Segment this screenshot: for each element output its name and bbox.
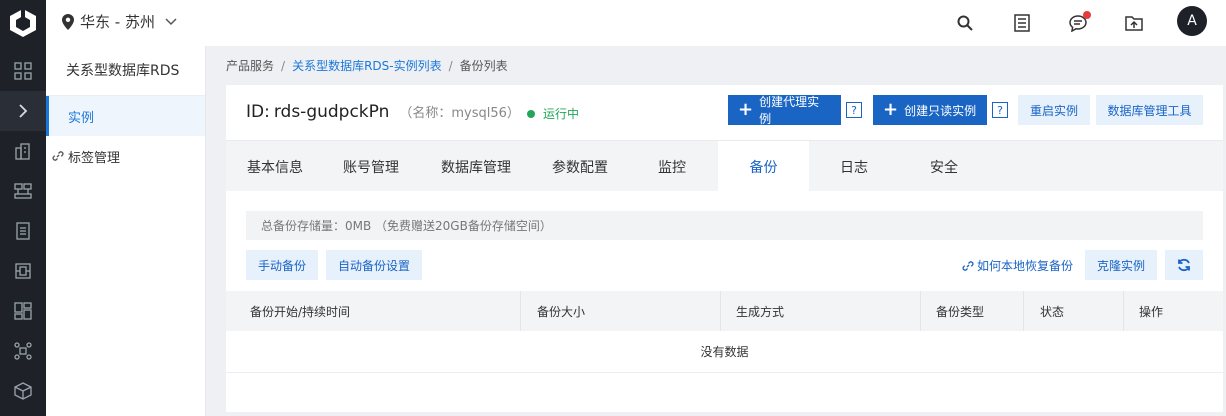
search-icon[interactable] xyxy=(952,10,978,36)
global-nav xyxy=(0,0,46,416)
breadcrumb: 产品服务 / 关系型数据库RDS-实例列表 / 备份列表 xyxy=(226,57,508,74)
restore-help-link[interactable]: 如何本地恢复备份 xyxy=(962,257,1073,274)
help-readonly-icon[interactable]: ? xyxy=(992,102,1008,118)
plus-icon: + xyxy=(883,99,899,120)
instance-detail-card: ID: rds-gudpckPn （名称：mysql56） 运行中 + 创建代理… xyxy=(226,85,1223,412)
top-bar: 华东 - 苏州 A xyxy=(46,0,1226,46)
create-readonly-instance-button[interactable]: + 创建只读实例 xyxy=(873,95,987,125)
create-proxy-instance-button[interactable]: + 创建代理实例 xyxy=(728,95,841,126)
column-divider xyxy=(520,291,521,331)
column-divider xyxy=(720,291,721,331)
status-text: 运行中 xyxy=(543,107,580,121)
status-dot xyxy=(527,109,535,118)
breadcrumb-separator: / xyxy=(448,58,453,73)
link-icon xyxy=(962,260,974,271)
col-backup-type: 备份类型 xyxy=(936,304,985,319)
breadcrumb-instance-list[interactable]: 关系型数据库RDS-实例列表 xyxy=(292,57,442,74)
notification-dot xyxy=(1083,11,1091,19)
instance-id: rds-gudpckPn xyxy=(273,102,390,122)
location-pin-icon xyxy=(62,13,74,30)
sidebar-item-label: 标签管理 xyxy=(68,150,121,166)
manual-backup-button[interactable]: 手动备份 xyxy=(246,250,318,280)
backup-table: 备份开始/持续时间 备份大小 生成方式 备份类型 状态 操作 没有数据 xyxy=(226,291,1223,373)
brand-logo[interactable] xyxy=(0,0,46,46)
tab-backup[interactable]: 备份 xyxy=(718,141,809,192)
product-sidebar: 关系型数据库RDS 实例 标签管理 xyxy=(46,46,206,416)
plus-icon: + xyxy=(738,99,754,120)
table-header: 备份开始/持续时间 备份大小 生成方式 备份类型 状态 操作 xyxy=(226,291,1223,331)
sidebar-item-label: 实例 xyxy=(68,110,95,126)
document-list-icon[interactable] xyxy=(0,211,46,251)
refresh-icon xyxy=(1178,258,1190,272)
auto-backup-settings-button[interactable]: 自动备份设置 xyxy=(326,250,422,280)
tab-monitoring[interactable]: 监控 xyxy=(626,141,718,192)
chevron-down-icon xyxy=(165,17,177,25)
breadcrumb-root[interactable]: 产品服务 xyxy=(226,57,274,74)
backup-storage-summary: 总备份存储量：0MB （免费赠送20GB备份存储空间） xyxy=(246,211,1203,240)
col-backup-time: 备份开始/持续时间 xyxy=(250,304,351,319)
tab-basic-info[interactable]: 基本信息 xyxy=(226,141,324,192)
messages-icon[interactable] xyxy=(1065,10,1091,36)
clone-instance-button[interactable]: 克隆实例 xyxy=(1085,250,1157,280)
modules-icon[interactable] xyxy=(0,291,46,331)
database-icon[interactable] xyxy=(0,251,46,291)
detail-tabs: 基本信息 账号管理 数据库管理 参数配置 监控 备份 日志 安全 xyxy=(226,140,1223,192)
id-label: ID: xyxy=(246,102,270,122)
instance-alias: （名称：mysql56） xyxy=(399,106,520,121)
breadcrumb-separator: / xyxy=(281,58,286,73)
column-divider xyxy=(920,291,921,331)
avatar[interactable]: A xyxy=(1177,6,1207,36)
column-divider xyxy=(1023,291,1024,331)
export-folder-icon[interactable] xyxy=(1121,10,1147,36)
column-divider xyxy=(1123,291,1124,331)
help-proxy-icon[interactable]: ? xyxy=(846,102,862,118)
tab-logs[interactable]: 日志 xyxy=(809,141,899,192)
col-status: 状态 xyxy=(1040,304,1065,319)
restart-instance-button[interactable]: 重启实例 xyxy=(1018,95,1090,125)
col-actions: 操作 xyxy=(1139,304,1164,319)
empty-state: 没有数据 xyxy=(226,331,1223,373)
region-label: 华东 - 苏州 xyxy=(80,13,155,31)
order-list-icon[interactable] xyxy=(1009,10,1035,36)
tab-parameters[interactable]: 参数配置 xyxy=(534,141,626,192)
sidebar-title: 关系型数据库RDS xyxy=(46,46,205,96)
sidebar-item-tags[interactable]: 标签管理 xyxy=(46,136,205,176)
link-icon xyxy=(52,151,64,161)
button-label: 创建只读实例 xyxy=(904,103,977,118)
breadcrumb-current: 备份列表 xyxy=(459,59,508,73)
sidebar-item-instances[interactable]: 实例 xyxy=(46,96,205,136)
tab-accounts[interactable]: 账号管理 xyxy=(324,141,418,192)
restore-help-label: 如何本地恢复备份 xyxy=(977,259,1074,273)
col-generation-method: 生成方式 xyxy=(736,304,785,319)
tab-databases[interactable]: 数据库管理 xyxy=(418,141,534,192)
status-badge: 运行中 xyxy=(527,105,579,122)
instance-header: ID: rds-gudpckPn （名称：mysql56） xyxy=(246,102,520,122)
expand-nav-icon[interactable] xyxy=(0,91,46,131)
dashboard-icon[interactable] xyxy=(0,51,46,91)
region-selector[interactable]: 华东 - 苏州 xyxy=(62,11,177,32)
package-icon[interactable] xyxy=(0,371,46,411)
col-backup-size: 备份大小 xyxy=(537,304,586,319)
button-label: 创建代理实例 xyxy=(759,95,820,126)
network-icon[interactable] xyxy=(0,331,46,371)
db-management-tool-button[interactable]: 数据库管理工具 xyxy=(1096,95,1203,125)
server-grid-icon[interactable] xyxy=(0,171,46,211)
refresh-button[interactable] xyxy=(1165,250,1203,280)
building-icon[interactable] xyxy=(0,131,46,171)
tab-security[interactable]: 安全 xyxy=(899,141,989,192)
